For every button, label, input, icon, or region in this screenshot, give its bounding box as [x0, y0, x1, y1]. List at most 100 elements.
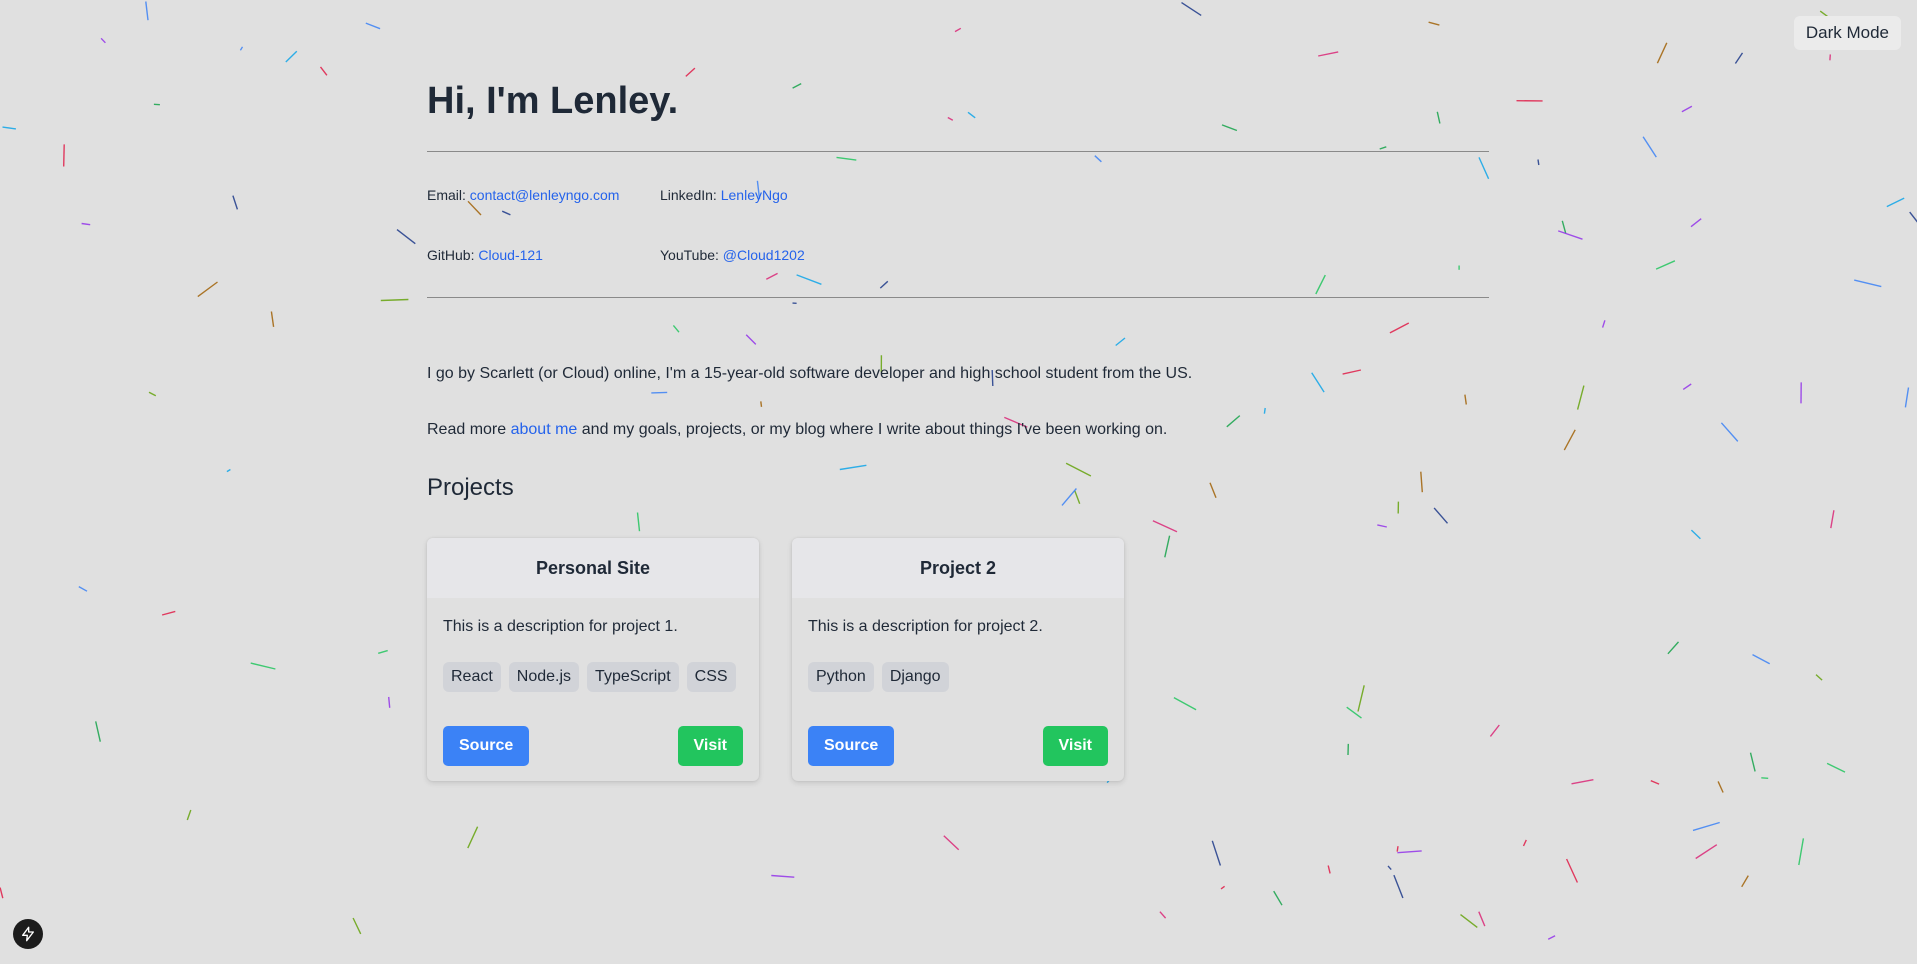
- contact-youtube: YouTube: @Cloud1202: [660, 247, 805, 263]
- confetti-streak: [1181, 2, 1202, 16]
- confetti-streak: [1389, 322, 1410, 334]
- confetti-streak: [1667, 641, 1680, 655]
- dark-mode-toggle[interactable]: Dark Mode: [1793, 16, 1901, 50]
- confetti-streak: [1682, 383, 1692, 390]
- confetti-streak: [365, 22, 381, 30]
- tech-tag: TypeScript: [587, 662, 679, 692]
- confetti-streak: [1489, 724, 1500, 737]
- visit-button[interactable]: Visit: [1042, 726, 1108, 766]
- confetti-streak: [1396, 846, 1399, 852]
- projects-heading: Projects: [427, 474, 514, 501]
- confetti-streak: [1397, 850, 1422, 854]
- contact-linkedin-label: LinkedIn:: [660, 187, 717, 203]
- project-card-description: This is a description for project 1.: [443, 618, 678, 635]
- confetti-streak: [186, 809, 192, 821]
- confetti-streak: [1263, 407, 1266, 414]
- visit-button[interactable]: Visit: [677, 726, 743, 766]
- contact-github-link[interactable]: Cloud-121: [478, 247, 543, 263]
- confetti-streak: [1393, 874, 1404, 899]
- confetti-streak: [636, 512, 641, 532]
- confetti-streak: [1433, 507, 1449, 524]
- confetti-streak: [1346, 706, 1362, 719]
- confetti-streak: [1695, 844, 1718, 860]
- source-button[interactable]: Source: [808, 726, 895, 766]
- confetti-streak: [1798, 838, 1805, 866]
- confetti-streak: [1318, 51, 1339, 57]
- confetti-streak: [1571, 779, 1594, 785]
- confetti-streak: [1226, 415, 1241, 428]
- confetti-streak: [765, 272, 778, 280]
- confetti-streak: [467, 200, 482, 216]
- contact-email-link[interactable]: contact@lenleyngo.com: [470, 187, 620, 203]
- confetti-streak: [1601, 320, 1606, 328]
- confetti-streak: [1377, 524, 1387, 528]
- contact-email: Email: contact@lenleyngo.com: [427, 187, 619, 203]
- confetti-streak: [1655, 260, 1676, 270]
- lightning-bolt-icon: [22, 926, 34, 942]
- confetti-streak: [836, 156, 857, 161]
- project-tags: Python Django: [808, 662, 949, 692]
- project-card-title: Personal Site: [427, 538, 759, 598]
- confetti-streak: [1692, 821, 1720, 832]
- confetti-streak: [1315, 274, 1326, 295]
- confetti-streak: [378, 649, 388, 654]
- confetti-streak: [0, 887, 4, 899]
- confetti-background: [0, 1, 1917, 940]
- contact-linkedin-link[interactable]: LenleyNgo: [721, 187, 788, 203]
- confetti-streak: [352, 917, 362, 935]
- confetti-streak: [380, 298, 409, 302]
- confetti-streak: [1904, 387, 1910, 408]
- confetti-streak: [161, 610, 176, 616]
- confetti-streak: [685, 67, 696, 77]
- confetti-streak: [1565, 858, 1579, 883]
- confetti-streak: [1311, 372, 1325, 393]
- confetti-streak: [1387, 865, 1392, 871]
- confetti-streak: [1327, 865, 1331, 874]
- divider-bottom: [427, 297, 1489, 298]
- confetti-streak: [1830, 510, 1835, 529]
- confetti-streak: [1656, 42, 1668, 64]
- contact-github: GitHub: Cloud-121: [427, 247, 543, 263]
- project-tags: React Node.js TypeScript CSS: [443, 662, 736, 692]
- confetti-streak: [651, 391, 668, 394]
- confetti-streak: [839, 464, 867, 471]
- confetti-streak: [1909, 211, 1917, 223]
- confetti-streak: [1209, 482, 1217, 498]
- read-more-paragraph: Read more about me and my goals, project…: [427, 421, 1167, 439]
- about-me-link[interactable]: about me: [511, 421, 578, 438]
- confetti-streak: [250, 662, 276, 670]
- contact-youtube-link[interactable]: @Cloud1202: [723, 247, 805, 263]
- confetti-streak: [232, 195, 239, 210]
- confetti-streak: [78, 585, 88, 592]
- confetti-streak: [1159, 911, 1167, 919]
- confetti-streak: [1681, 105, 1693, 113]
- confetti-streak: [943, 835, 960, 851]
- confetti-streak: [1752, 653, 1771, 665]
- confetti-streak: [1357, 685, 1365, 712]
- confetti-streak: [1642, 136, 1657, 158]
- page-title: Hi, I'm Lenley.: [427, 80, 679, 122]
- confetti-streak: [1522, 839, 1527, 847]
- confetti-streak: [1734, 52, 1744, 64]
- contact-github-label: GitHub:: [427, 247, 475, 263]
- confetti-streak: [1478, 911, 1486, 927]
- confetti-streak: [1464, 394, 1467, 405]
- source-button[interactable]: Source: [443, 726, 530, 766]
- floating-action-button[interactable]: [13, 919, 43, 949]
- contact-youtube-label: YouTube:: [660, 247, 719, 263]
- confetti-streak: [501, 210, 511, 216]
- confetti-streak: [2, 126, 16, 130]
- confetti-streak: [1273, 890, 1283, 906]
- confetti-streak: [947, 116, 954, 121]
- project-card-description: This is a description for project 2.: [808, 618, 1043, 635]
- confetti-streak: [1576, 385, 1585, 410]
- confetti-streak: [1420, 471, 1423, 493]
- tech-tag: Python: [808, 662, 874, 692]
- intro-paragraph: I go by Scarlett (or Cloud) online, I'm …: [427, 365, 1193, 382]
- contact-linkedin: LinkedIn: LenleyNgo: [660, 187, 788, 203]
- confetti-streak: [771, 874, 795, 878]
- confetti-streak: [285, 50, 298, 63]
- tech-tag: CSS: [686, 662, 736, 692]
- confetti-streak: [967, 111, 976, 119]
- confetti-streak: [1428, 21, 1440, 26]
